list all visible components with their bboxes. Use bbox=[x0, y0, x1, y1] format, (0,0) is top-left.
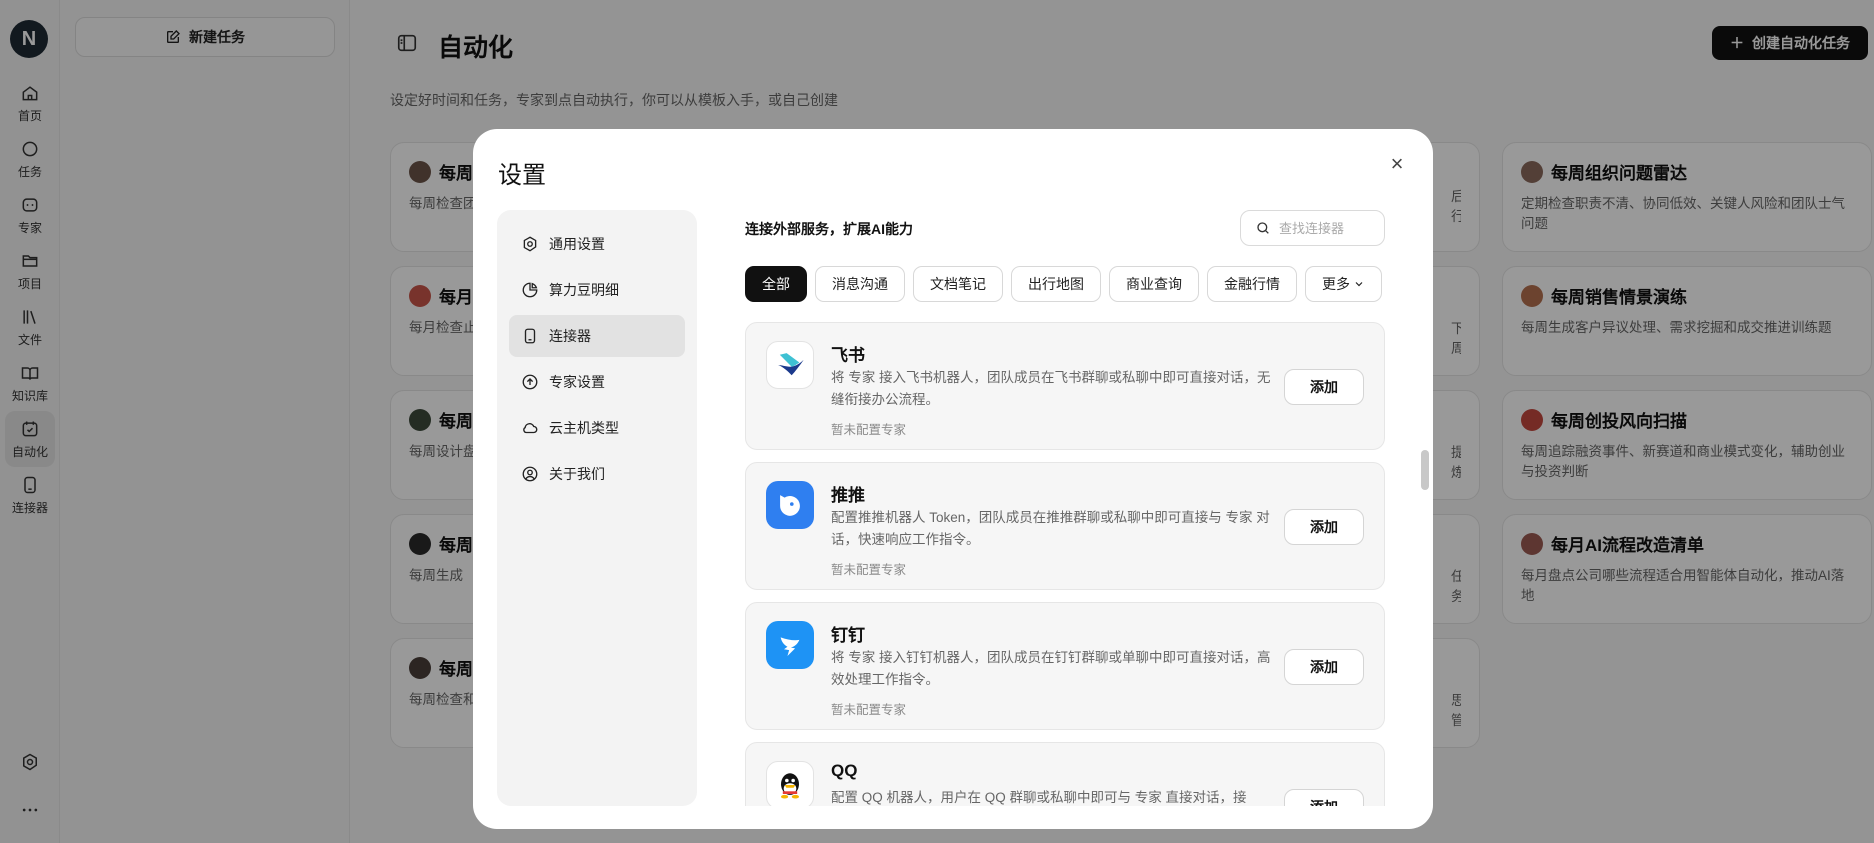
dialog-title: 设置 bbox=[498, 162, 546, 189]
cloud-icon bbox=[523, 423, 538, 434]
connector-list: 飞书 将 专家 接入飞书机器人，团队成员在飞书群聊或私聊中即可直接对话，无缝衔接… bbox=[745, 322, 1385, 806]
qq-icon bbox=[766, 761, 814, 806]
chip-finance[interactable]: 金融行情 bbox=[1207, 266, 1297, 302]
add-connector-button[interactable]: 添加 bbox=[1284, 789, 1364, 806]
gear-icon bbox=[523, 236, 537, 252]
tuitui-icon bbox=[766, 481, 814, 529]
upload-circle-icon bbox=[522, 374, 538, 390]
nav-item-about[interactable]: 关于我们 bbox=[509, 453, 685, 495]
connector-name: 飞书 bbox=[831, 346, 865, 365]
category-filter: 全部 消息沟通 文档笔记 出行地图 商业查询 金融行情 更多 bbox=[745, 266, 1382, 302]
pie-chart-icon bbox=[522, 282, 538, 298]
tablet-icon bbox=[524, 328, 536, 344]
search-icon bbox=[1257, 222, 1269, 234]
connectors-heading: 连接外部服务，扩展AI能力 bbox=[745, 221, 913, 237]
scrollbar-thumb[interactable] bbox=[1421, 450, 1429, 490]
connector-search[interactable] bbox=[1240, 210, 1385, 246]
chip-more-label: 更多 bbox=[1322, 276, 1350, 292]
add-connector-button[interactable]: 添加 bbox=[1284, 509, 1364, 545]
nav-item-label: 算力豆明细 bbox=[549, 282, 619, 298]
connector-card-qq: QQ 配置 QQ 机器人，用户在 QQ 群聊或私聊中即可与 专家 直接对话，接 … bbox=[745, 742, 1385, 806]
settings-dialog: 设置 × 通用设置 算力豆明细 连接器 专家设置 云主机类型 关于我们 连接外部… bbox=[473, 129, 1433, 829]
chip-more[interactable]: 更多 bbox=[1305, 266, 1382, 302]
nav-item-label: 专家设置 bbox=[549, 374, 605, 390]
connector-name: QQ bbox=[831, 761, 858, 780]
dingtalk-icon bbox=[766, 621, 814, 669]
connector-name: 推推 bbox=[831, 486, 865, 505]
nav-item-expert-settings[interactable]: 专家设置 bbox=[509, 361, 685, 403]
add-connector-button[interactable]: 添加 bbox=[1284, 369, 1364, 405]
connector-status: 暂未配置专家 bbox=[831, 563, 907, 577]
connector-status: 暂未配置专家 bbox=[831, 423, 907, 437]
connectors-panel: 连接外部服务，扩展AI能力 全部 消息沟通 文档笔记 出行地图 商业查询 金融行… bbox=[745, 210, 1385, 806]
user-circle-icon bbox=[522, 466, 538, 482]
connector-card-tuitui: 推推 配置推推机器人 Token，团队成员在推推群聊或私聊中即可直接与 专家 对… bbox=[745, 462, 1385, 590]
nav-item-label: 云主机类型 bbox=[549, 420, 619, 436]
nav-item-connectors[interactable]: 连接器 bbox=[509, 315, 685, 357]
connector-desc: 配置推推机器人 Token，团队成员在推推群聊或私聊中即可直接与 专家 对话，快… bbox=[831, 510, 1270, 547]
connector-desc: 将 专家 接入钉钉机器人，团队成员在钉钉群聊或单聊中即可直接对话，高效处理工作指… bbox=[831, 650, 1271, 687]
nav-item-label: 关于我们 bbox=[549, 466, 605, 482]
connector-desc: 将 专家 接入飞书机器人，团队成员在飞书群聊或私聊中即可直接对话，无缝衔接办公流… bbox=[831, 370, 1271, 407]
chip-all[interactable]: 全部 bbox=[745, 266, 807, 302]
search-input[interactable] bbox=[1279, 220, 1379, 236]
chip-travel-maps[interactable]: 出行地图 bbox=[1011, 266, 1101, 302]
connector-card-dingtalk: 钉钉 将 专家 接入钉钉机器人，团队成员在钉钉群聊或单聊中即可直接对话，高效处理… bbox=[745, 602, 1385, 730]
chip-messaging[interactable]: 消息沟通 bbox=[815, 266, 905, 302]
nav-item-label: 连接器 bbox=[549, 328, 591, 344]
nav-item-general[interactable]: 通用设置 bbox=[509, 223, 685, 265]
settings-nav: 通用设置 算力豆明细 连接器 专家设置 云主机类型 关于我们 bbox=[497, 210, 697, 806]
connector-card-feishu: 飞书 将 专家 接入飞书机器人，团队成员在飞书群聊或私聊中即可直接对话，无缝衔接… bbox=[745, 322, 1385, 450]
close-icon[interactable]: × bbox=[1387, 151, 1407, 176]
chip-docs-notes[interactable]: 文档笔记 bbox=[913, 266, 1003, 302]
add-connector-button[interactable]: 添加 bbox=[1284, 649, 1364, 685]
connector-status: 暂未配置专家 bbox=[831, 703, 907, 717]
nav-item-cloud-host[interactable]: 云主机类型 bbox=[509, 407, 685, 449]
chip-business-query[interactable]: 商业查询 bbox=[1109, 266, 1199, 302]
nav-item-compute[interactable]: 算力豆明细 bbox=[509, 269, 685, 311]
connector-name: 钉钉 bbox=[831, 626, 865, 645]
chevron-down-icon bbox=[1355, 282, 1363, 287]
connector-desc: 配置 QQ 机器人，用户在 QQ 群聊或私聊中即可与 专家 直接对话，接 bbox=[831, 790, 1247, 805]
nav-item-label: 通用设置 bbox=[549, 236, 605, 252]
feishu-icon bbox=[766, 341, 814, 389]
